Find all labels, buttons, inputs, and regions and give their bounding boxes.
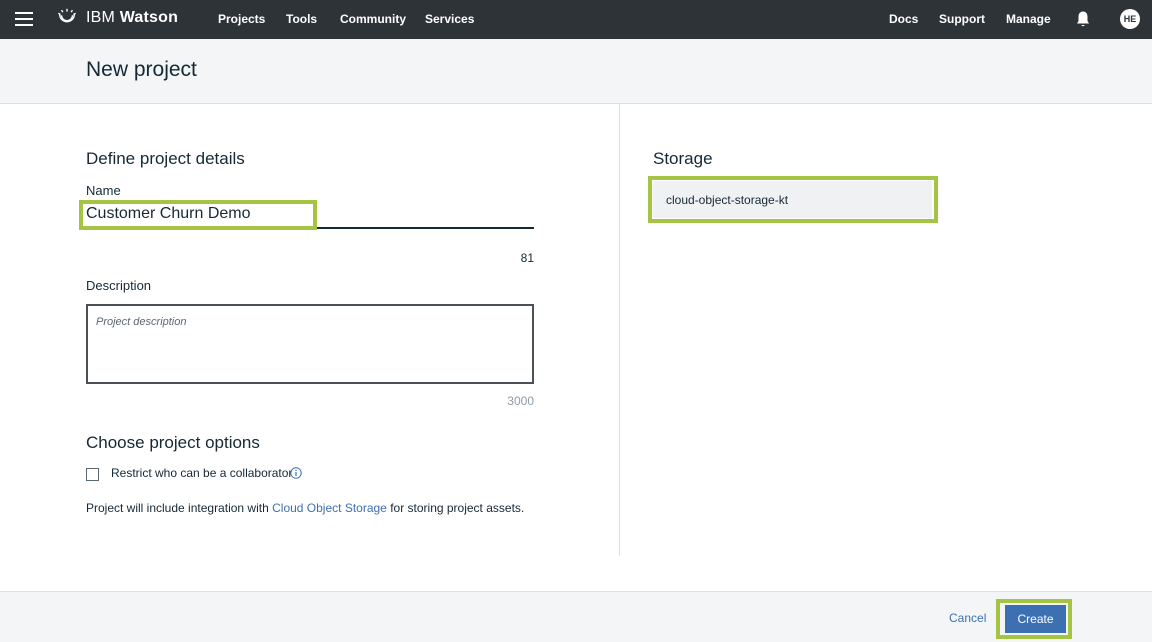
restrict-collaborator-checkbox[interactable] — [86, 468, 99, 481]
brand-prefix: IBM — [86, 9, 116, 26]
top-navigation-bar: IBM Watson Projects Tools Community Serv… — [0, 0, 1152, 39]
name-label: Name — [86, 183, 121, 198]
project-name-value: Customer Churn Demo — [86, 205, 251, 222]
storage-instance-select[interactable]: cloud-object-storage-kt — [653, 181, 932, 218]
cancel-button[interactable]: Cancel — [949, 611, 986, 625]
name-char-counter: 81 — [520, 251, 534, 265]
nav-tools[interactable]: Tools — [286, 12, 317, 26]
create-button[interactable]: Create — [1005, 605, 1066, 633]
nav-manage[interactable]: Manage — [1006, 12, 1051, 26]
storage-heading: Storage — [653, 149, 713, 168]
project-options-heading: Choose project options — [86, 433, 260, 452]
notification-bell-icon[interactable] — [1075, 10, 1091, 28]
integration-prefix: Project will include integration with — [86, 501, 269, 515]
brand-logo[interactable]: IBM Watson — [56, 7, 178, 29]
column-divider — [619, 104, 620, 556]
cloud-object-storage-link[interactable]: Cloud Object Storage — [272, 501, 387, 515]
user-avatar[interactable]: HE — [1120, 9, 1140, 29]
nav-community[interactable]: Community — [340, 12, 406, 26]
description-char-counter: 3000 — [507, 394, 534, 408]
info-icon[interactable] — [290, 467, 302, 479]
restrict-collaborator-label[interactable]: Restrict who can be a collaborator — [111, 466, 292, 480]
page-title: New project — [86, 58, 197, 81]
watson-logo-icon — [58, 8, 76, 23]
nav-projects[interactable]: Projects — [218, 12, 265, 26]
integration-note: Project will include integration with Cl… — [86, 501, 524, 515]
nav-docs[interactable]: Docs — [889, 12, 918, 26]
menu-icon[interactable] — [15, 12, 33, 26]
nav-support[interactable]: Support — [939, 12, 985, 26]
description-textarea[interactable]: Project description — [86, 304, 534, 384]
integration-suffix: for storing project assets. — [390, 501, 525, 515]
footer-bar: Cancel Create — [0, 591, 1152, 642]
define-details-heading: Define project details — [86, 149, 245, 168]
description-placeholder: Project description — [96, 316, 187, 328]
brand-name: Watson — [119, 9, 179, 26]
brand-text: IBM Watson — [86, 9, 178, 27]
nav-services[interactable]: Services — [425, 12, 474, 26]
description-label: Description — [86, 278, 152, 293]
page-header: New project — [0, 39, 1152, 104]
